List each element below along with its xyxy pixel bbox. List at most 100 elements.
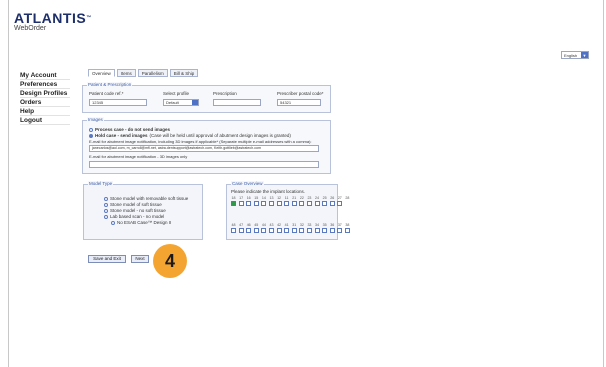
radio-button[interactable] <box>104 208 108 213</box>
model-option-2[interactable]: Stone model of soft tissue <box>104 202 162 207</box>
tooth-checkbox-36[interactable] <box>329 228 335 233</box>
logo-subtitle: WebOrder <box>14 25 47 32</box>
lower-teeth-row <box>231 228 350 233</box>
tooth-checkbox-26[interactable] <box>322 201 328 206</box>
email-3d-field[interactable] <box>89 161 319 168</box>
profile-select[interactable]: Default <box>163 99 199 106</box>
case-instruction: Please indicate the implant locations. <box>231 189 306 194</box>
postal-code-field[interactable]: 54321 <box>277 99 321 106</box>
sidebar-item-design-profiles[interactable]: Design Profiles <box>20 89 70 98</box>
tooth-checkbox-22[interactable] <box>291 201 297 206</box>
process-case-label: Process case - do not send images <box>95 127 171 132</box>
tab-overview[interactable]: Overview <box>88 69 115 77</box>
model-option-4-label: Lab based scan - no model <box>110 214 165 219</box>
radio-button[interactable] <box>104 202 108 207</box>
tab-parallelism[interactable]: Parallelism <box>137 69 168 77</box>
tooth-checkbox-21[interactable] <box>284 201 290 206</box>
tooth-number-18: 18 <box>231 196 236 200</box>
tooth-number-42: 42 <box>277 223 282 227</box>
sidebar-item-help[interactable]: Help <box>20 107 70 116</box>
sidebar-item-orders[interactable]: Orders <box>20 98 70 107</box>
radio-button-selected[interactable] <box>89 133 93 138</box>
tooth-checkbox-35[interactable] <box>322 228 328 233</box>
tooth-checkbox-33[interactable] <box>306 228 312 233</box>
radio-button[interactable] <box>111 220 115 225</box>
model-option-3[interactable]: Stone model - no soft tissue <box>104 208 166 213</box>
tooth-checkbox-14[interactable] <box>261 201 267 206</box>
tooth-number-21: 21 <box>292 196 297 200</box>
tooth-checkbox-43[interactable] <box>268 228 274 233</box>
chevron-down-icon: ▼ <box>581 52 588 58</box>
tooth-checkbox-44[interactable] <box>261 228 267 233</box>
email-3d-label: E-mail for abutment image notification -… <box>89 154 188 159</box>
tooth-checkbox-46[interactable] <box>246 228 252 233</box>
tooth-checkbox-48[interactable] <box>231 228 236 233</box>
tooth-number-32: 32 <box>299 223 304 227</box>
atlantis-logo: ATLANTIS™ WebOrder <box>14 11 92 33</box>
tooth-checkbox-28[interactable] <box>337 201 343 206</box>
patient-panel-title: Patient & Prescription <box>87 82 133 87</box>
prescription-field[interactable] <box>213 99 261 106</box>
tooth-checkbox-25[interactable] <box>314 201 320 206</box>
model-type-title: Model Type <box>88 181 114 186</box>
language-select[interactable]: English ▼ <box>561 51 589 59</box>
tooth-checkbox-47[interactable] <box>238 228 244 233</box>
tooth-number-13: 13 <box>269 196 274 200</box>
tooth-checkbox-15[interactable] <box>253 201 259 206</box>
tooth-checkbox-41[interactable] <box>284 228 290 233</box>
process-case-option[interactable]: Process case - do not send images <box>89 127 170 132</box>
tooth-number-31: 31 <box>292 223 297 227</box>
tab-bar: Overview Items Parallelism Bill & Ship <box>88 69 199 77</box>
tooth-checkbox-16[interactable] <box>246 201 252 206</box>
radio-button[interactable] <box>104 196 108 201</box>
tooth-checkbox-45[interactable] <box>253 228 259 233</box>
tooth-checkbox-34[interactable] <box>314 228 320 233</box>
radio-button[interactable] <box>104 214 108 219</box>
language-value: English <box>564 52 578 58</box>
hold-case-note: (Case will be held until approval of abu… <box>149 133 291 138</box>
tooth-number-23: 23 <box>307 196 312 200</box>
tooth-checkbox-31[interactable] <box>291 228 297 233</box>
model-option-4[interactable]: Lab based scan - no model <box>104 214 164 219</box>
model-option-3-label: Stone model - no soft tissue <box>110 208 166 213</box>
model-option-1[interactable]: Stone model with removable soft tissue <box>104 196 188 201</box>
tooth-number-27: 27 <box>337 196 342 200</box>
tooth-checkbox-17[interactable] <box>238 201 244 206</box>
tooth-checkbox-27[interactable] <box>329 201 335 206</box>
tooth-number-28: 28 <box>345 196 350 200</box>
sidebar-nav: My Account Preferences Design Profiles O… <box>20 71 70 125</box>
sidebar-item-logout[interactable]: Logout <box>20 116 70 125</box>
tooth-checkbox-24[interactable] <box>306 201 312 206</box>
sidebar-item-my-account[interactable]: My Account <box>20 71 70 80</box>
tooth-checkbox-23[interactable] <box>299 201 305 206</box>
tooth-number-24: 24 <box>315 196 320 200</box>
next-button[interactable]: Next <box>131 255 149 263</box>
tooth-checkbox-38[interactable] <box>344 228 350 233</box>
tooth-checkbox-37[interactable] <box>337 228 343 233</box>
tab-items[interactable]: Items <box>116 69 136 77</box>
radio-button[interactable] <box>89 127 93 132</box>
patient-panel: Patient & Prescription Patient code ref.… <box>82 82 331 113</box>
logo-tm: ™ <box>86 15 92 21</box>
save-and-exit-button[interactable]: Save and Exit <box>88 255 126 263</box>
model-option-5[interactable]: No ESAB Case™ Design II <box>111 220 171 225</box>
patient-code-field[interactable]: 12345 <box>89 99 147 106</box>
images-panel: Images Process case - do not send images… <box>82 117 331 174</box>
tooth-number-26: 26 <box>330 196 335 200</box>
tooth-checkbox-42[interactable] <box>276 228 282 233</box>
model-type-box: Model Type Stone model with removable so… <box>83 181 203 240</box>
prescription-label: Prescription <box>213 91 237 96</box>
model-option-1-label: Stone model with removable soft tissue <box>110 196 189 201</box>
tooth-checkbox-12[interactable] <box>276 201 282 206</box>
tooth-checkbox-11[interactable] <box>231 201 236 206</box>
email-notification-field[interactable]: janecarlos@aol.com, m_carroll@mfl.net, a… <box>89 145 319 152</box>
tooth-number-34: 34 <box>315 223 320 227</box>
tooth-number-45: 45 <box>254 223 259 227</box>
hold-case-option[interactable]: Hold case - send images (Case will be he… <box>89 133 291 138</box>
tab-bill-ship[interactable]: Bill & Ship <box>169 69 199 77</box>
tooth-checkbox-32[interactable] <box>299 228 305 233</box>
profile-label: Select profile <box>163 91 190 96</box>
lower-tooth-numbers: 48 47 46 45 44 43 42 41 31 32 33 34 35 36 37 38 <box>231 223 350 227</box>
tooth-checkbox-13[interactable] <box>268 201 274 206</box>
sidebar-item-preferences[interactable]: Preferences <box>20 80 70 89</box>
